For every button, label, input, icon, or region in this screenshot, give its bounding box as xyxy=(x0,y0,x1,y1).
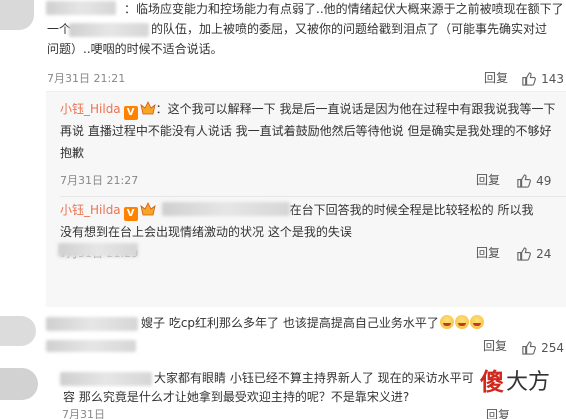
author-name[interactable]: 小钰_Hilda xyxy=(60,203,121,217)
like-count: 49 xyxy=(536,174,552,188)
watermark-text: 大方 xyxy=(506,370,551,395)
sub-reply-line: 抱歉 xyxy=(60,146,85,160)
laugh-cry-emoji-icon xyxy=(454,315,469,329)
avatar[interactable] xyxy=(0,316,36,346)
comment-text-line: 问题）..哽咽的时候不适合说话。 xyxy=(47,42,223,56)
author-name[interactable]: 小钰_Hilda xyxy=(60,102,121,116)
reply-button[interactable]: 回复 xyxy=(483,337,507,354)
like-button[interactable]: 49 xyxy=(516,170,551,189)
comment-text-line: ：临场应变能力和控场能力有点弱了..他的情绪起伏大概来源于之前被喷现在额下了 xyxy=(124,2,564,16)
like-count: 24 xyxy=(536,247,552,261)
comment-text-line: 大家都有眼睛 小钰已经不算主持界新人了 现在的采访水平可 xyxy=(154,371,474,385)
sub-reply-panel: 小钰_Hilda V ：这个我可以解释一下 我是后一直说话是因为他在过程中有跟我说我… xyxy=(46,91,566,307)
divider xyxy=(60,196,566,197)
thumbs-up-icon xyxy=(522,72,536,86)
avatar[interactable] xyxy=(0,368,38,400)
sub-reply-line: 小钰_Hilda V 在台下回答我的时候全程是比较轻松的 所以我 xyxy=(60,201,534,221)
comment-1: ：临场应变能力和控场能力有点弱了..他的情绪起伏大概来源于之前被喷现在额下了 一… xyxy=(0,0,566,91)
sub-reply-line: 再说 直播过程中不能没有人说话 我一直试着鼓励他然后等待他说 但是确实是我处理的… xyxy=(60,124,552,138)
reply-button[interactable]: 回复 xyxy=(476,171,500,188)
comment-time: 7月31日 xyxy=(62,408,105,419)
blurred-text xyxy=(69,23,149,37)
verified-badge-icon: V xyxy=(123,106,138,120)
verified-badge-icon: V xyxy=(123,207,138,221)
blurred-username[interactable] xyxy=(60,372,152,386)
like-button[interactable]: 24 xyxy=(516,243,551,262)
crown-icon xyxy=(140,202,156,216)
comment-text-fragment: 一个 xyxy=(47,22,72,36)
thumbs-up-icon xyxy=(522,341,536,355)
comment-time: 7月31日 21:21 xyxy=(47,72,126,85)
watermark-logo: 傻 大方 xyxy=(478,366,564,400)
like-button[interactable]: 143 xyxy=(521,68,564,87)
thumbs-up-icon xyxy=(517,174,531,188)
sub-reply-text: ：这个我可以解释一下 我是后一直说话是因为他在过程中有跟我说我等一下 xyxy=(155,102,556,116)
laugh-cry-emoji-icon xyxy=(469,315,484,329)
sub-reply-line: 小钰_Hilda V ：这个我可以解释一下 我是后一直说话是因为他在过程中有跟我说我… xyxy=(60,100,556,120)
thumbs-up-icon xyxy=(517,247,531,261)
blurred-timestamp xyxy=(58,243,138,257)
comment-text: 嫂子 吃cp红利那么多年了 也该提高提高自己业务水平了 xyxy=(141,314,484,332)
like-button[interactable]: 254 xyxy=(521,337,564,356)
blurred-username[interactable] xyxy=(46,1,116,15)
comment-text-line: 容 那么究竟是什么才让她拿到最受欢迎主持的呢？不是靠宋义进? xyxy=(63,390,410,404)
comment-text-content: 嫂子 吃cp红利那么多年了 也该提高提高自己业务水平了 xyxy=(141,316,439,330)
reply-button[interactable]: 回复 xyxy=(484,69,508,86)
reply-button[interactable]: 回复 xyxy=(476,244,500,261)
avatar[interactable] xyxy=(0,0,34,30)
crown-icon xyxy=(140,101,156,115)
like-count: 143 xyxy=(541,72,564,86)
laugh-cry-emoji-icon xyxy=(439,315,454,329)
comment-text-fragment: 的队伍，加上被喷的委屈，又被你的问题给戳到泪点了（可能事先确实对过 xyxy=(151,22,548,36)
like-count: 254 xyxy=(541,341,564,355)
reply-button[interactable]: 回复 xyxy=(486,406,510,419)
blurred-text xyxy=(161,202,290,216)
blurred-timestamp xyxy=(46,340,136,352)
watermark-char: 傻 xyxy=(480,368,504,396)
blurred-username[interactable] xyxy=(46,317,138,331)
comment-text-line: 一个 的队伍，加上被喷的委屈，又被你的问题给戳到泪点了（可能事先确实对过 xyxy=(47,20,547,38)
sub-reply-time: 7月31日 21:27 xyxy=(60,174,139,187)
sub-reply-text: 在台下回答我的时候全程是比较轻松的 所以我 xyxy=(289,203,534,217)
sub-reply-line: 没有想到在台上会出现情绪激动的状况 这个是我的失误 xyxy=(60,225,352,239)
